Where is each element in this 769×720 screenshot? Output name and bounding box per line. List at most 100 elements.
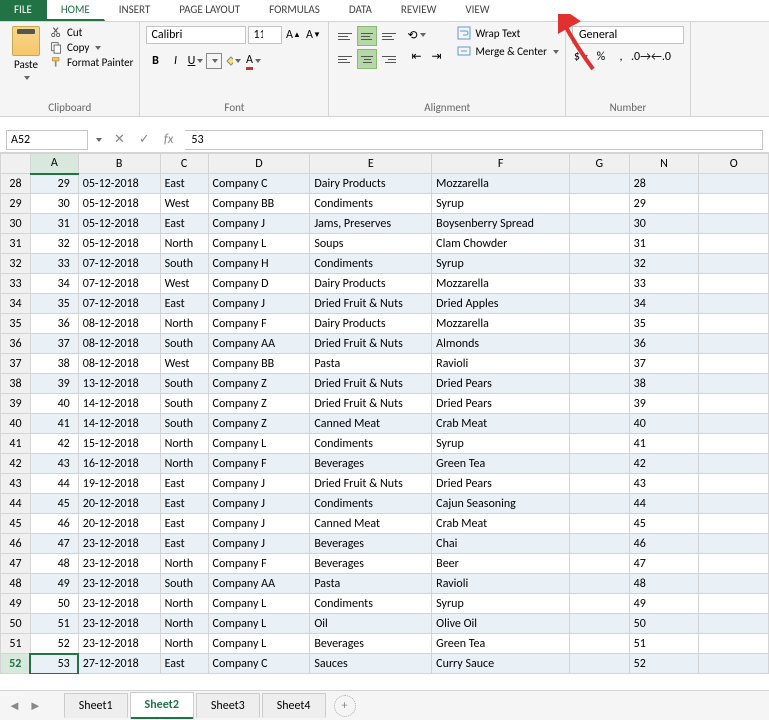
cell[interactable] [569, 394, 629, 414]
copy-button[interactable]: Copy [50, 41, 133, 54]
cell[interactable]: 07-12-2018 [78, 294, 160, 314]
cell[interactable] [569, 574, 629, 594]
cell[interactable] [699, 254, 769, 274]
cell[interactable] [699, 334, 769, 354]
cell[interactable]: Company Z [208, 374, 310, 394]
cell[interactable]: Company J [208, 494, 310, 514]
cell[interactable] [569, 374, 629, 394]
cell[interactable]: 19-12-2018 [78, 474, 160, 494]
cell[interactable]: Company J [208, 514, 310, 534]
cell[interactable]: Dairy Products [310, 314, 432, 334]
cell[interactable]: 47 [629, 554, 699, 574]
row-header[interactable]: 35 [1, 314, 31, 334]
cell[interactable]: 46 [629, 534, 699, 554]
cell[interactable]: 31 [30, 214, 78, 234]
row-header[interactable]: 52 [1, 654, 31, 674]
cell[interactable]: Beverages [310, 554, 432, 574]
cell[interactable]: Condiments [310, 194, 432, 214]
cell[interactable]: 07-12-2018 [78, 274, 160, 294]
cell[interactable]: 36 [30, 314, 78, 334]
cell[interactable] [699, 594, 769, 614]
cell[interactable] [699, 194, 769, 214]
cell[interactable]: East [160, 474, 208, 494]
cell[interactable]: 23-12-2018 [78, 554, 160, 574]
cell[interactable] [569, 174, 629, 194]
cell[interactable]: 33 [30, 254, 78, 274]
cell[interactable]: 38 [30, 354, 78, 374]
cell[interactable]: Company C [208, 654, 310, 674]
cell[interactable]: West [160, 354, 208, 374]
cell[interactable]: Mozzarella [432, 274, 570, 294]
cell[interactable]: 42 [30, 434, 78, 454]
col-header-f[interactable]: F [432, 154, 570, 174]
cell[interactable]: North [160, 554, 208, 574]
cell[interactable]: North [160, 614, 208, 634]
row-header[interactable]: 42 [1, 454, 31, 474]
sheet-tab-sheet2[interactable]: Sheet2 [130, 692, 194, 719]
cell[interactable]: Canned Meat [310, 414, 432, 434]
cell[interactable]: 31 [629, 234, 699, 254]
cell[interactable]: Ravioli [432, 574, 570, 594]
cell[interactable]: 35 [30, 294, 78, 314]
cell[interactable]: 14-12-2018 [78, 394, 160, 414]
cell[interactable]: Canned Meat [310, 514, 432, 534]
row-header[interactable]: 51 [1, 634, 31, 654]
cell[interactable]: North [160, 314, 208, 334]
sheet-nav-prev[interactable]: ◄ [8, 698, 21, 714]
cell[interactable]: East [160, 494, 208, 514]
cell[interactable]: Dried Fruit & Nuts [310, 334, 432, 354]
cell[interactable]: Company F [208, 454, 310, 474]
cell[interactable]: 08-12-2018 [78, 354, 160, 374]
cell[interactable]: 35 [629, 314, 699, 334]
name-box[interactable] [6, 130, 88, 150]
cell[interactable]: Beverages [310, 534, 432, 554]
cell[interactable] [699, 314, 769, 334]
cell[interactable] [569, 494, 629, 514]
cell[interactable]: Condiments [310, 494, 432, 514]
col-header-o[interactable]: O [699, 154, 769, 174]
row-header[interactable]: 29 [1, 194, 31, 214]
cell[interactable]: Jams, Preserves [310, 214, 432, 234]
cell[interactable]: Company J [208, 474, 310, 494]
sheet-tab-sheet3[interactable]: Sheet3 [196, 693, 260, 718]
add-sheet-button[interactable]: + [334, 695, 356, 717]
cell[interactable] [699, 174, 769, 194]
cell[interactable]: 23-12-2018 [78, 574, 160, 594]
cell[interactable]: 50 [30, 594, 78, 614]
cell[interactable]: 43 [30, 454, 78, 474]
cell[interactable]: South [160, 334, 208, 354]
col-header-b[interactable]: B [78, 154, 160, 174]
cell[interactable] [699, 634, 769, 654]
cell[interactable]: West [160, 194, 208, 214]
cell[interactable] [569, 474, 629, 494]
cell[interactable]: 30 [629, 214, 699, 234]
cell[interactable]: 20-12-2018 [78, 494, 160, 514]
cell[interactable]: Sauces [310, 654, 432, 674]
row-header[interactable]: 32 [1, 254, 31, 274]
cell[interactable]: 08-12-2018 [78, 314, 160, 334]
decrease-font-button[interactable]: A▼ [304, 26, 322, 44]
cell[interactable]: 13-12-2018 [78, 374, 160, 394]
paste-button[interactable]: Paste [6, 26, 46, 85]
tab-page-layout[interactable]: PAGE LAYOUT [165, 0, 255, 21]
cell[interactable] [699, 294, 769, 314]
cell[interactable]: Company BB [208, 194, 310, 214]
name-box-dropdown[interactable] [94, 133, 102, 147]
cell[interactable]: Company L [208, 234, 310, 254]
cell[interactable]: East [160, 534, 208, 554]
col-header-c[interactable]: C [160, 154, 208, 174]
cell[interactable]: 42 [629, 454, 699, 474]
cell[interactable]: Company J [208, 294, 310, 314]
cell[interactable] [569, 554, 629, 574]
tab-insert[interactable]: INSERT [105, 0, 166, 21]
cell[interactable]: 50 [629, 614, 699, 634]
cell[interactable]: Company L [208, 634, 310, 654]
fill-color-button[interactable] [224, 52, 242, 70]
cell[interactable]: Dried Fruit & Nuts [310, 374, 432, 394]
cell[interactable]: South [160, 254, 208, 274]
cell[interactable]: Dried Fruit & Nuts [310, 394, 432, 414]
cell[interactable]: 45 [629, 514, 699, 534]
italic-button[interactable]: I [166, 52, 184, 70]
cell[interactable]: Dried Fruit & Nuts [310, 294, 432, 314]
cell[interactable]: 23-12-2018 [78, 534, 160, 554]
